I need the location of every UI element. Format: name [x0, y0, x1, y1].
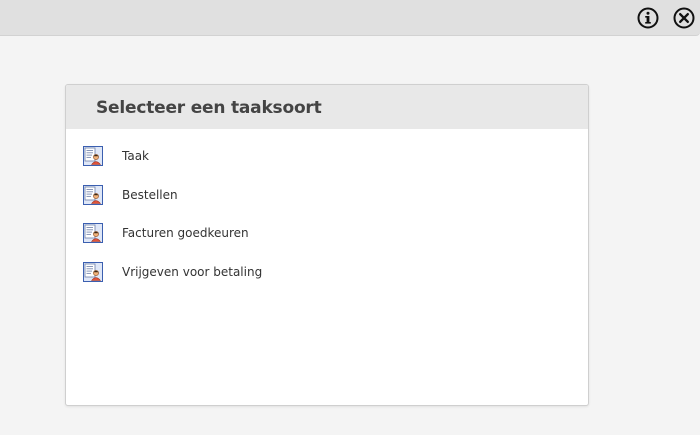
- task-type-panel: Selecteer een taaksoort Taak Bestellen F…: [65, 84, 589, 406]
- task-type-label: Vrijgeven voor betaling: [122, 264, 263, 279]
- task-type-label: Bestellen: [122, 187, 178, 202]
- task-type-item-vrijgeven-voor-betaling[interactable]: Vrijgeven voor betaling: [66, 254, 588, 293]
- task-type-item-taak[interactable]: Taak: [66, 138, 588, 177]
- task-document-person-icon: [83, 261, 103, 282]
- task-type-label: Facturen goedkeuren: [122, 226, 249, 240]
- info-icon[interactable]: [637, 7, 659, 29]
- panel-title: Selecteer een taaksoort: [96, 98, 322, 118]
- task-document-person-icon: [83, 184, 103, 205]
- task-document-person-icon: [83, 146, 103, 166]
- close-icon[interactable]: [673, 7, 695, 29]
- task-type-label: Taak: [122, 149, 149, 163]
- task-type-item-facturen-goedkeuren[interactable]: Facturen goedkeuren: [66, 215, 588, 254]
- task-document-person-icon: [83, 223, 103, 243]
- task-type-list: Taak Bestellen Facturen goedkeuren Vrijg…: [66, 138, 588, 292]
- top-toolbar: [0, 0, 700, 36]
- task-type-item-bestellen[interactable]: Bestellen: [66, 177, 588, 216]
- panel-header: Selecteer een taaksoort: [66, 85, 588, 129]
